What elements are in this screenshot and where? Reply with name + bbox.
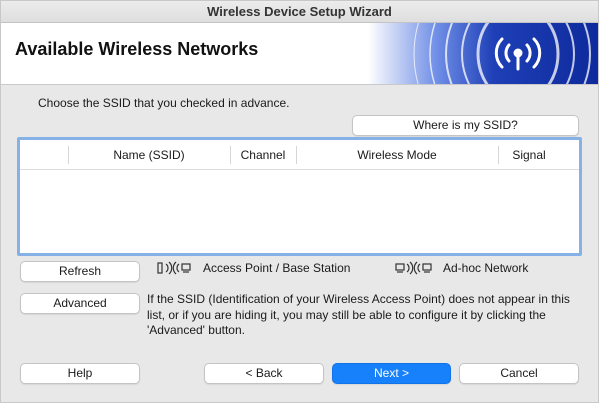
advanced-note: If the SSID (Identification of your Wire… <box>147 292 570 337</box>
adhoc-network-label: Ad-hoc Network <box>443 261 529 275</box>
where-is-my-ssid-button[interactable]: Where is my SSID? <box>352 115 579 136</box>
next-button[interactable]: Next > <box>332 363 451 384</box>
wizard-window: Wireless Device Setup Wizard Available W… <box>0 0 599 403</box>
cancel-button[interactable]: Cancel <box>459 363 579 384</box>
table-header: Name (SSID) Channel Wireless Mode Signal <box>20 140 579 170</box>
adhoc-network-icon <box>395 261 432 275</box>
advanced-button[interactable]: Advanced <box>20 293 140 314</box>
column-header-channel[interactable]: Channel <box>230 148 296 162</box>
refresh-button[interactable]: Refresh <box>20 261 140 282</box>
back-button[interactable]: < Back <box>204 363 324 384</box>
wireless-banner-art <box>368 23 598 84</box>
access-point-icon <box>157 261 191 275</box>
instruction-text: Choose the SSID that you checked in adva… <box>38 96 290 110</box>
table-body[interactable] <box>20 171 579 253</box>
header-banner: Available Wireless Networks <box>1 23 598 85</box>
column-header-signal[interactable]: Signal <box>498 148 560 162</box>
page-title: Available Wireless Networks <box>15 39 259 59</box>
help-button[interactable]: Help <box>20 363 140 384</box>
ssid-table[interactable]: Name (SSID) Channel Wireless Mode Signal <box>17 137 582 256</box>
column-header-wireless-mode[interactable]: Wireless Mode <box>296 148 498 162</box>
access-point-label: Access Point / Base Station <box>203 261 351 275</box>
column-header-name[interactable]: Name (SSID) <box>68 148 230 162</box>
window-title: Wireless Device Setup Wizard <box>1 1 598 23</box>
